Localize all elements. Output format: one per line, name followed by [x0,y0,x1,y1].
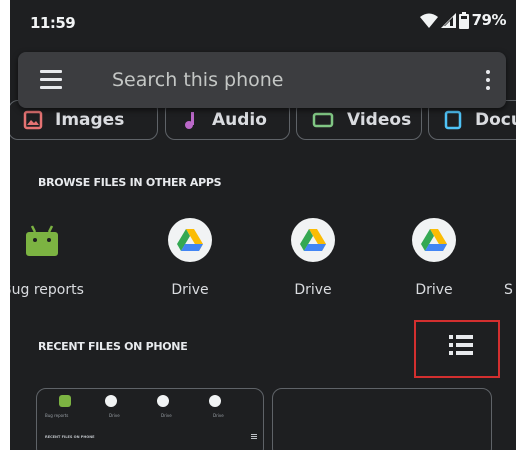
app-drive-3[interactable]: Drive [394,218,474,298]
browse-section-title: BROWSE FILES IN OTHER APPS [38,176,222,189]
thumb-label: Bug reports [45,413,69,418]
list-view-icon[interactable] [448,334,474,356]
document-icon [444,110,462,130]
chip-label: Audio [212,110,267,130]
search-input[interactable]: Search this phone [112,69,283,91]
wifi-icon [419,13,438,28]
thumb-label: Drive [161,413,172,418]
app-bug-reports[interactable]: Bug reports [10,218,84,298]
chip-label: Documents [475,110,516,130]
google-drive-icon [105,395,117,407]
chip-label: Images [55,110,125,130]
app-label: Bug reports [10,282,84,298]
recent-file-card[interactable] [272,388,492,450]
thumb-header: RECENT FILES ON PHONE [45,435,95,439]
search-bar[interactable]: Search this phone [18,52,506,108]
video-icon [312,112,334,128]
app-label: S [504,282,513,298]
recent-file-card[interactable]: Bug reports Drive Drive Drive RECENT FIL… [36,388,264,450]
google-drive-icon [291,218,335,262]
chip-label: Videos [347,110,412,130]
google-drive-icon [412,218,456,262]
google-drive-icon [157,395,169,407]
hamburger-menu-icon[interactable] [40,70,62,90]
app-label: Drive [171,282,209,298]
app-drive-2[interactable]: Drive [273,218,353,298]
android-icon [59,395,71,407]
battery-percent: 79% [471,11,507,29]
app-label: Drive [294,282,332,298]
google-drive-icon [168,218,212,262]
status-icons: 79% [419,11,507,29]
status-bar: 11:59 79% [10,0,516,44]
signal-icon [440,12,456,28]
status-time: 11:59 [30,14,76,32]
list-view-icon [251,434,257,439]
app-drive-1[interactable]: Drive [150,218,230,298]
image-icon [23,110,43,130]
phone-screen: 11:59 79% Search this phone Images Audio… [10,0,516,450]
more-options-icon[interactable] [484,68,492,92]
battery-icon [458,11,469,29]
google-drive-icon [209,395,221,407]
android-icon [20,218,64,262]
thumb-label: Drive [213,413,224,418]
recent-section-title: RECENT FILES ON PHONE [38,340,188,353]
app-partial[interactable]: S [504,218,516,298]
app-label: Drive [415,282,453,298]
thumb-label: Drive [109,413,120,418]
music-note-icon [185,112,194,129]
